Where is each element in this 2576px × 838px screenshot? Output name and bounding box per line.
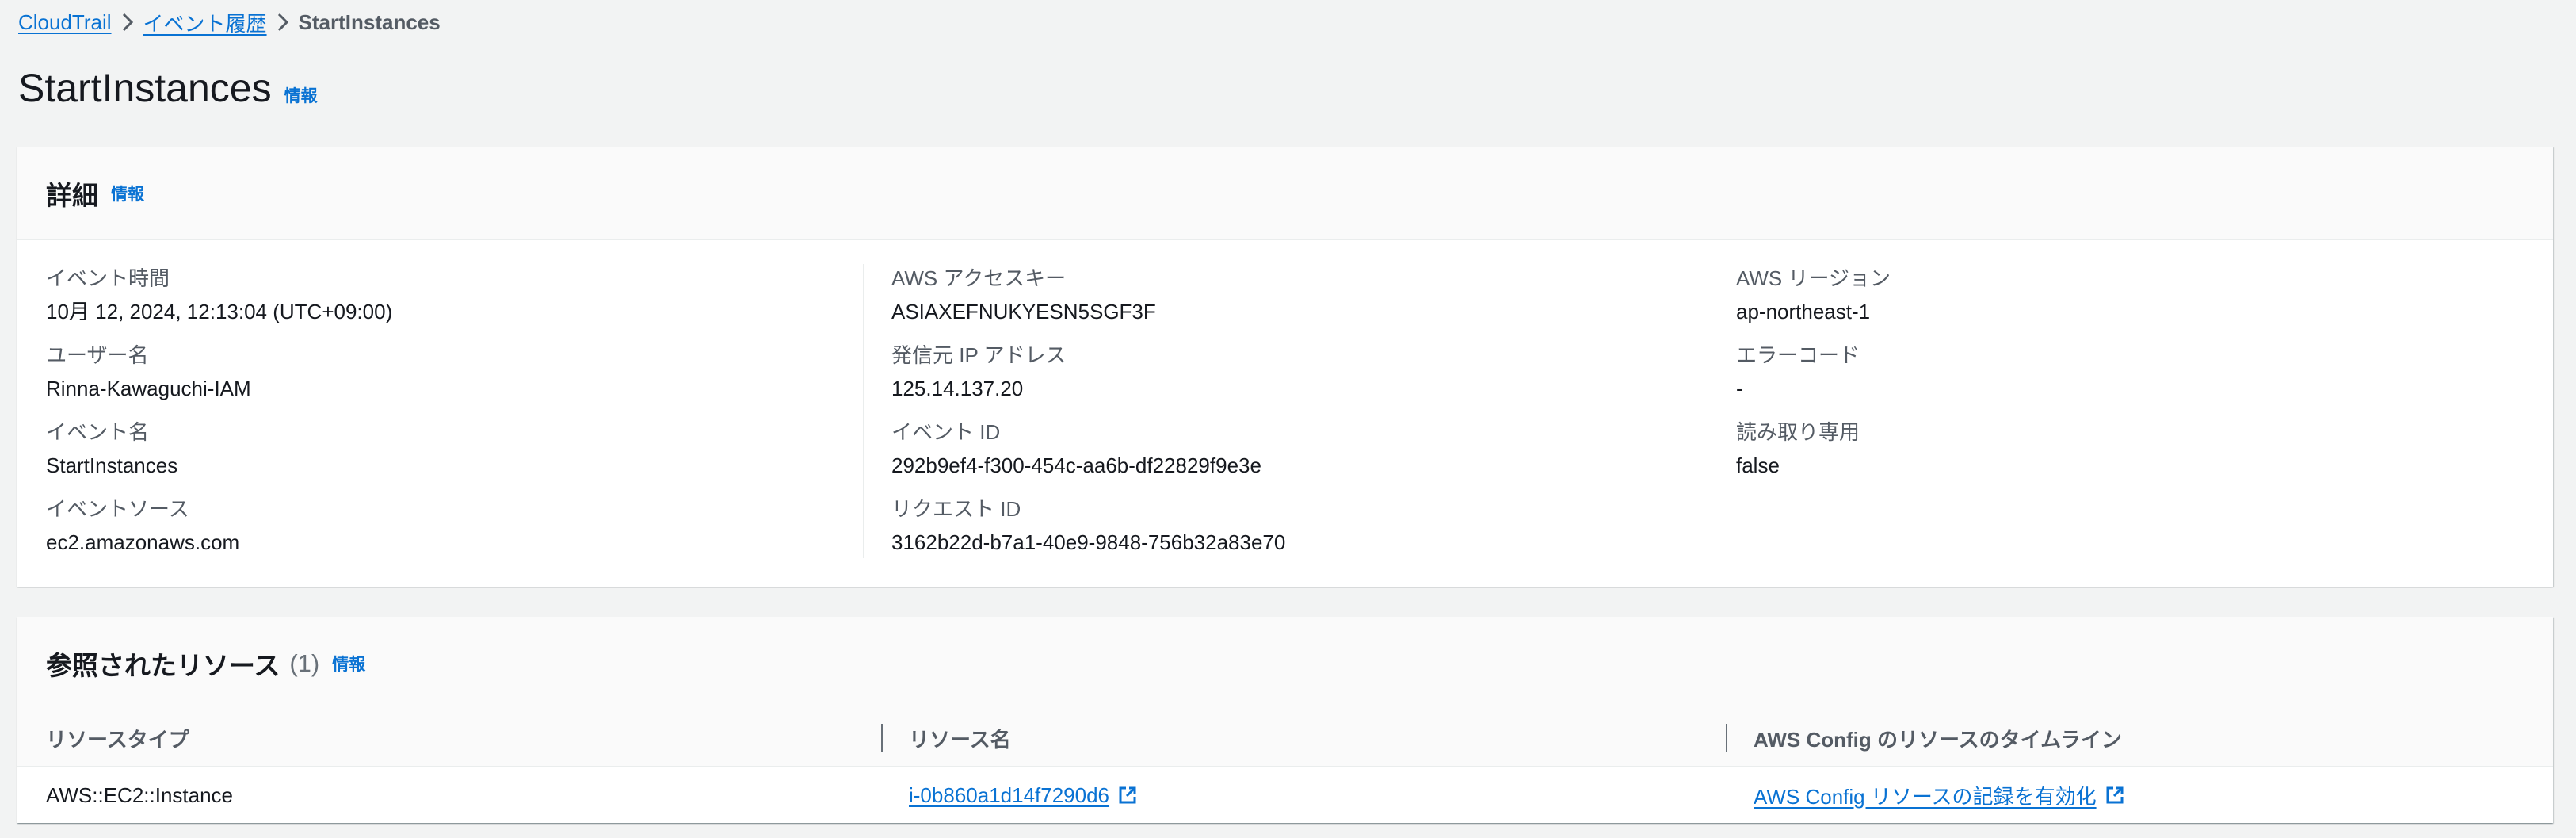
- detail-error-code: エラーコード -: [1736, 341, 2540, 418]
- detail-region: AWS リージョン ap-northeast-1: [1736, 264, 2540, 341]
- detail-value: ec2.amazonaws.com: [46, 530, 240, 554]
- chevron-right-icon: [112, 12, 143, 33]
- breadcrumb: CloudTrail イベント履歴 StartInstances: [18, 8, 441, 36]
- resource-name-link[interactable]: i-0b860a1d14f7290d6: [909, 783, 1138, 808]
- column-header-config-timeline[interactable]: AWS Config のリソースのタイムライン: [1726, 710, 2122, 766]
- enable-config-recording-link[interactable]: AWS Config リソースの記録を有効化: [1754, 781, 2125, 810]
- detail-label: 発信元 IP アドレス: [891, 343, 1067, 367]
- detail-value: StartInstances: [46, 453, 178, 477]
- details-column-1: イベント時間 10月 12, 2024, 12:13:04 (UTC+09:00…: [46, 264, 862, 558]
- external-link-icon: [1117, 785, 1138, 805]
- detail-event-id: イベント ID 292b9ef4-f300-454c-aa6b-df22829f…: [891, 418, 1696, 495]
- table-row: AWS::EC2::Instance i-0b860a1d14f7290d6 A…: [17, 767, 2553, 824]
- resources-panel-header: 参照されたリソース (1) 情報: [17, 617, 2553, 710]
- detail-access-key: AWS アクセスキー ASIAXEFNUKYESN5SGF3F: [891, 264, 1696, 341]
- detail-user-name: ユーザー名 Rinna-Kawaguchi-IAM: [46, 341, 862, 418]
- breadcrumb-cloudtrail-link[interactable]: CloudTrail: [18, 10, 112, 35]
- detail-label: ユーザー名: [46, 343, 149, 367]
- detail-label: AWS アクセスキー: [891, 266, 1067, 290]
- config-timeline-cell: AWS Config リソースの記録を有効化: [1754, 767, 2125, 824]
- resources-info-link[interactable]: 情報: [332, 652, 365, 675]
- resource-name-cell: i-0b860a1d14f7290d6: [909, 767, 1138, 824]
- detail-label: イベント名: [46, 420, 150, 444]
- detail-request-id: リクエスト ID 3162b22d-b7a1-40e9-9848-756b32a…: [891, 495, 1696, 572]
- detail-value: 125.14.137.20: [891, 377, 1024, 400]
- detail-event-time: イベント時間 10月 12, 2024, 12:13:04 (UTC+09:00…: [46, 264, 862, 341]
- detail-source-ip: 発信元 IP アドレス 125.14.137.20: [891, 341, 1696, 418]
- resources-heading: 参照されたリソース: [46, 650, 280, 680]
- config-link-text: AWS Config リソースの記録を有効化: [1754, 784, 2097, 809]
- external-link-icon: [2105, 785, 2125, 805]
- detail-value: 292b9ef4-f300-454c-aa6b-df22829f9e3e: [891, 453, 1261, 477]
- page-info-link[interactable]: 情報: [284, 83, 318, 107]
- column-header-resource-type: リソースタイプ: [46, 727, 189, 752]
- details-panel: 詳細 情報 イベント時間 10月 12, 2024, 12:13:04 (UTC…: [17, 147, 2553, 587]
- detail-value: ASIAXEFNUKYESN5SGF3F: [891, 300, 1156, 323]
- referenced-resources-panel: 参照されたリソース (1) 情報 リソースタイプ リソース名 AWS Confi…: [17, 617, 2553, 823]
- detail-label: イベントソース: [46, 497, 189, 521]
- detail-value: 10月 12, 2024, 12:13:04 (UTC+09:00): [46, 300, 393, 323]
- detail-value: -: [1736, 377, 1743, 400]
- detail-value: false: [1736, 453, 1780, 477]
- details-info-link[interactable]: 情報: [111, 182, 144, 205]
- resource-name-text: i-0b860a1d14f7290d6: [909, 783, 1110, 807]
- resources-table: リソースタイプ リソース名 AWS Config のリソースのタイムライン AW…: [17, 710, 2553, 824]
- detail-label: AWS リージョン: [1736, 266, 1891, 290]
- detail-label: イベント ID: [891, 420, 1001, 444]
- resource-type-cell: AWS::EC2::Instance: [46, 783, 234, 807]
- detail-read-only: 読み取り専用 false: [1736, 418, 2540, 495]
- breadcrumb-event-history-link[interactable]: イベント履歴: [143, 8, 267, 37]
- detail-value: Rinna-Kawaguchi-IAM: [46, 377, 251, 400]
- column-header-resource-name[interactable]: リソース名: [881, 710, 1011, 766]
- page-title: StartInstances: [18, 66, 272, 110]
- resources-count: (1): [289, 649, 320, 677]
- table-header-row: リソースタイプ リソース名 AWS Config のリソースのタイムライン: [17, 710, 2553, 767]
- detail-label: イベント時間: [46, 266, 170, 290]
- detail-value: 3162b22d-b7a1-40e9-9848-756b32a83e70: [891, 530, 1286, 554]
- detail-event-source: イベントソース ec2.amazonaws.com: [46, 495, 862, 572]
- details-heading: 詳細: [46, 180, 98, 210]
- breadcrumb-current: StartInstances: [298, 10, 441, 34]
- details-column-2: AWS アクセスキー ASIAXEFNUKYESN5SGF3F 発信元 IP ア…: [863, 264, 1696, 558]
- details-grid: イベント時間 10月 12, 2024, 12:13:04 (UTC+09:00…: [17, 240, 2553, 587]
- page-header: StartInstances 情報: [18, 65, 318, 111]
- detail-event-name: イベント名 StartInstances: [46, 418, 862, 495]
- details-column-3: AWS リージョン ap-northeast-1 エラーコード - 読み取り専用…: [1708, 264, 2540, 558]
- detail-label: 読み取り専用: [1736, 420, 1860, 444]
- detail-value: ap-northeast-1: [1736, 300, 1871, 323]
- detail-label: エラーコード: [1736, 343, 1860, 367]
- chevron-right-icon: [267, 12, 299, 33]
- detail-label: リクエスト ID: [891, 497, 1021, 521]
- details-panel-header: 詳細 情報: [17, 147, 2553, 240]
